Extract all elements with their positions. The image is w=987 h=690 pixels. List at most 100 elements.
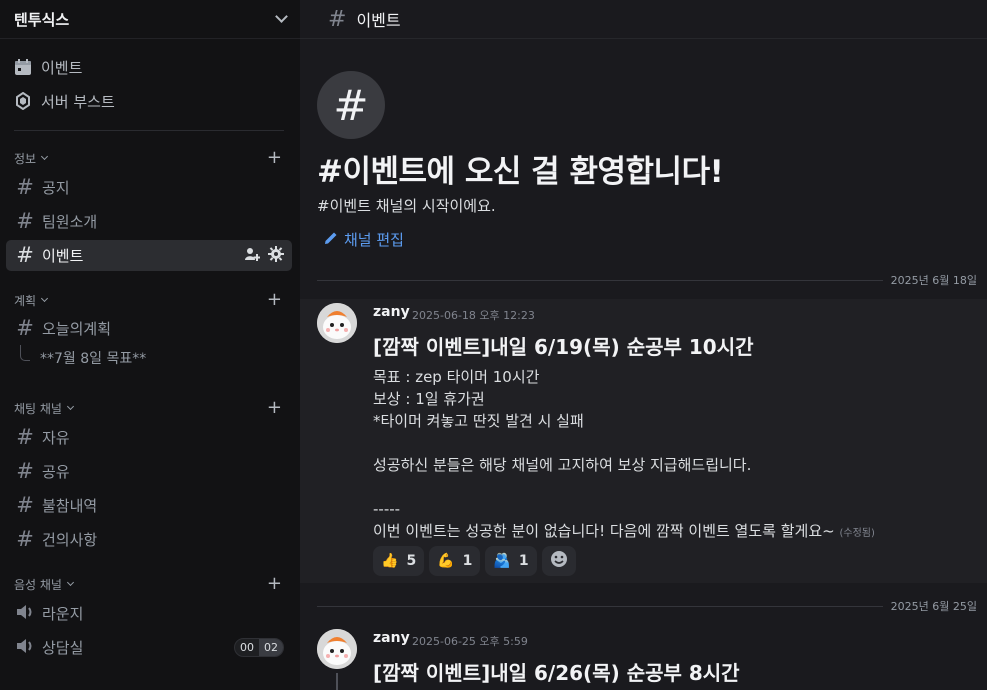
welcome-title: #이벤트에 오신 걸 환영합니다! (317, 154, 724, 190)
muscle-icon: 💪 (437, 553, 455, 569)
chevron-down-icon (41, 294, 49, 303)
date-label: 2025년 6월 25일 (890, 600, 977, 613)
pencil-icon (324, 231, 338, 249)
channel-title: 이벤트 (356, 11, 401, 30)
channel-label: 자유 (42, 429, 70, 447)
message-line: 목표 : zep 타이머 10시간 (373, 368, 540, 386)
message-heading: [깜짝 이벤트]내일 6/19(목) 순공부 10시간 (373, 335, 754, 359)
edit-channel-label: 채널 편집 (344, 231, 404, 249)
category-voice[interactable]: 음성 채널 + (14, 575, 282, 593)
add-channel-icon[interactable]: + (267, 399, 282, 417)
thread-label: **7월 8일 목표** (40, 351, 147, 367)
hash-icon: # (328, 6, 347, 32)
channel-notice[interactable]: # 공지 (6, 172, 292, 203)
hash-icon: # (16, 527, 34, 551)
category-info[interactable]: 정보 + (14, 149, 282, 167)
sidebar-item-label: 이벤트 (41, 58, 83, 77)
add-channel-icon[interactable]: + (267, 575, 282, 593)
message-timestamp: 2025-06-18 오후 12:23 (412, 309, 535, 322)
thread-line (336, 673, 338, 690)
hash-icon: # (16, 243, 34, 267)
server-header[interactable]: 텐투식스 (0, 0, 300, 39)
channel-label: 건의사항 (42, 531, 98, 549)
smiley-icon (550, 550, 568, 572)
message-line: ----- (373, 500, 401, 518)
message-line: *타이머 켜놓고 딴짓 발견 시 실패 (373, 412, 584, 430)
chevron-down-icon (275, 10, 288, 23)
reaction-count: 1 (462, 553, 473, 569)
voice-channel-consult[interactable]: 상담실 00 02 (6, 632, 292, 663)
channel-share[interactable]: # 공유 (6, 456, 292, 487)
calendar-icon (13, 58, 33, 76)
thread-item[interactable]: **7월 8일 목표** (20, 345, 146, 371)
divider (14, 130, 284, 131)
reaction-count: 5 (406, 553, 417, 569)
hash-icon: # (16, 493, 34, 517)
thumbs-up-icon: 👍 (381, 553, 399, 569)
message-line: 이번 이벤트는 성공한 분이 없습니다! 다음에 깜짝 이벤트 열도록 할게요~… (373, 520, 875, 545)
chat-main: # 이벤트 # #이벤트에 오신 걸 환영합니다! #이벤트 채널의 시작이에요… (300, 0, 987, 690)
speaker-icon (14, 637, 36, 658)
add-reaction-button[interactable] (541, 546, 576, 576)
hash-icon: # (16, 459, 34, 483)
message-heading: [깜짝 이벤트]내일 6/26(목) 순공부 8시간 (373, 661, 740, 685)
chevron-down-icon (41, 152, 49, 161)
reaction-hug[interactable]: 🫂 1 (485, 546, 537, 576)
message-last-line: 이번 이벤트는 성공한 분이 없습니다! 다음에 깜짝 이벤트 열도록 할게요~ (373, 522, 835, 540)
message-author[interactable]: zany (373, 630, 410, 646)
sidebar-item-label: 서버 부스트 (41, 92, 115, 111)
boost-gem-icon (13, 92, 33, 110)
channel-label: 이벤트 (42, 247, 84, 265)
sidebar-item-server-boost[interactable]: 서버 부스트 (13, 88, 115, 114)
counter-limit: 02 (259, 639, 283, 656)
avatar[interactable] (317, 629, 357, 669)
hash-icon: # (16, 425, 34, 449)
message-author[interactable]: zany (373, 304, 410, 320)
date-divider: 2025년 6월 25일 (317, 598, 977, 614)
hash-icon: # (16, 175, 34, 199)
speaker-icon (14, 603, 36, 624)
channel-free[interactable]: # 자유 (6, 422, 292, 453)
reaction-thumbs-up[interactable]: 👍 5 (373, 546, 425, 576)
channel-label: 팀원소개 (42, 213, 98, 231)
category-label: 채팅 채널 (14, 401, 62, 416)
invite-member-icon[interactable] (244, 246, 261, 266)
channel-label: 라운지 (42, 605, 84, 623)
channel-today-plan[interactable]: # 오늘의계획 (6, 313, 292, 344)
message-line: 보상 : 1일 휴가권 (373, 390, 485, 408)
category-label: 음성 채널 (14, 577, 62, 592)
message-line: 성공하신 분들은 해당 채널에 고지하여 보상 지급해드립니다. (373, 456, 752, 474)
category-plan[interactable]: 계획 + (14, 291, 282, 309)
settings-gear-icon[interactable] (268, 245, 284, 266)
category-chat[interactable]: 채팅 채널 + (14, 399, 282, 417)
hash-icon: # (317, 71, 385, 139)
user-count-badge: 00 02 (234, 638, 284, 657)
chevron-down-icon (66, 578, 75, 587)
reaction-count: 1 (518, 553, 529, 569)
message[interactable]: zany 2025-06-25 오후 5:59 [깜짝 이벤트]내일 6/26(… (300, 625, 987, 690)
counter-current: 00 (240, 641, 254, 654)
thread-spine (20, 345, 30, 361)
voice-channel-lounge[interactable]: 라운지 (6, 598, 292, 629)
reaction-muscle[interactable]: 💪 1 (429, 546, 481, 576)
sidebar-item-events[interactable]: 이벤트 (13, 54, 82, 80)
add-channel-icon[interactable]: + (267, 291, 282, 309)
hash-icon: # (16, 209, 34, 233)
channel-header: # 이벤트 (300, 0, 987, 39)
channel-label: 불참내역 (42, 497, 98, 515)
channel-absence[interactable]: # 불참내역 (6, 490, 292, 521)
chevron-down-icon (66, 402, 75, 411)
channel-member-intro[interactable]: # 팀원소개 (6, 206, 292, 237)
channel-sidebar: 텐투식스 이벤트 서버 부스트 정보 + # 공지 # 팀원소개 # 이벤트 계… (0, 0, 300, 690)
edit-channel-link[interactable]: 채널 편집 (324, 229, 404, 250)
channel-events[interactable]: # 이벤트 (6, 240, 292, 271)
reactions-bar: 👍 5 💪 1 🫂 1 (373, 546, 576, 576)
add-channel-icon[interactable]: + (267, 149, 282, 167)
message[interactable]: zany 2025-06-18 오후 12:23 [깜짝 이벤트]내일 6/19… (300, 299, 987, 583)
date-label: 2025년 6월 18일 (890, 274, 977, 287)
avatar[interactable] (317, 303, 357, 343)
edited-tag: (수정됨) (839, 528, 875, 539)
channel-suggestions[interactable]: # 건의사항 (6, 524, 292, 555)
